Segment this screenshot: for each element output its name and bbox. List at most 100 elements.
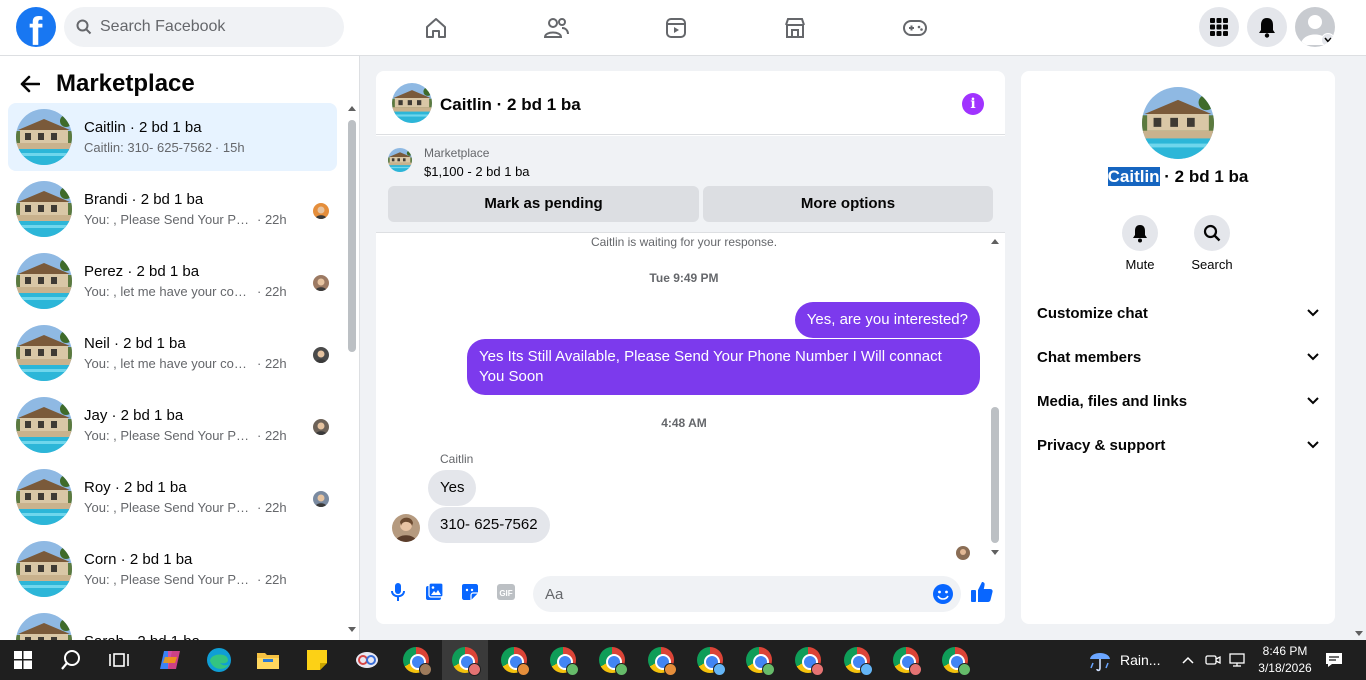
listing-thumbnail[interactable]	[388, 148, 412, 172]
chrome-profile-2-icon[interactable]	[442, 640, 488, 680]
chrome-profile-10-icon[interactable]	[834, 640, 880, 680]
sticker-icon[interactable]	[458, 580, 482, 604]
marketplace-icon[interactable]	[779, 12, 811, 44]
section-label: Privacy & support	[1037, 436, 1166, 454]
conversation-time: · 22h	[257, 284, 287, 299]
bell-icon	[1131, 223, 1149, 243]
system-clock[interactable]: 8:46 PM 3/18/2026	[1252, 643, 1318, 677]
file-explorer-icon[interactable]	[245, 640, 291, 680]
conversation-thumbnail	[16, 469, 72, 525]
conversation-item[interactable]: Jay · 2 bd 1 ba You: , Please Send Your P…	[8, 391, 337, 459]
facebook-logo-letter: f	[29, 10, 43, 47]
emoji-icon[interactable]	[931, 582, 955, 606]
thread-scrollbar[interactable]	[989, 235, 1001, 563]
outgoing-message[interactable]: Yes Its Still Available, Please Send You…	[467, 339, 980, 395]
listing-price[interactable]: $1,100 - 2 bd 1 ba	[424, 164, 530, 179]
snipping-tool-icon[interactable]	[344, 640, 390, 680]
microphone-icon[interactable]	[386, 580, 410, 604]
svg-text:GIF: GIF	[499, 589, 512, 598]
incoming-message[interactable]: 310- 625-7562	[428, 507, 550, 543]
info-icon[interactable]: i	[962, 93, 984, 115]
conversation-item[interactable]: Neil · 2 bd 1 ba You: , let me have your …	[8, 319, 337, 387]
notifications-button[interactable]	[1247, 7, 1287, 47]
clock-time: 8:46 PM	[1262, 644, 1308, 658]
notification-center-icon[interactable]	[1318, 640, 1350, 680]
sidebar-title: Marketplace	[56, 70, 195, 97]
conversation-item[interactable]: Caitlin · 2 bd 1 ba Caitlin: 310- 625-756…	[8, 103, 337, 171]
conversation-item[interactable]: Perez · 2 bd 1 ba You: , let me have your…	[8, 247, 337, 315]
outgoing-message[interactable]: Yes, are you interested?	[794, 302, 980, 338]
chat-avatar[interactable]	[392, 83, 432, 123]
back-arrow-icon[interactable]	[20, 75, 40, 93]
meet-now-icon[interactable]	[1201, 640, 1225, 680]
sidebar-scrollbar[interactable]	[347, 104, 357, 634]
mark-as-pending-button[interactable]: Mark as pending	[388, 186, 699, 222]
chrome-profile-12-icon[interactable]	[932, 640, 978, 680]
conversation-time: · 22h	[257, 572, 287, 587]
section-label: Customize chat	[1037, 304, 1148, 322]
chrome-profile-11-icon[interactable]	[883, 640, 929, 680]
menu-grid-button[interactable]	[1199, 7, 1239, 47]
search-in-conversation-button[interactable]: Search	[1182, 215, 1242, 272]
conversation-item[interactable]: Roy · 2 bd 1 ba You: , Please Send Your P…	[8, 463, 337, 531]
more-options-button[interactable]: More options	[703, 186, 993, 222]
chevron-up-icon[interactable]	[1176, 640, 1200, 680]
chrome-profile-4-icon[interactable]	[540, 640, 586, 680]
windows-start-icon[interactable]	[0, 640, 46, 680]
chrome-profile-3-icon[interactable]	[491, 640, 537, 680]
search-box[interactable]: Search Facebook	[64, 7, 344, 47]
conversation-name: Corn · 2 bd 1 ba	[84, 551, 193, 568]
media-files-links-section[interactable]: Media, files and links	[1029, 379, 1327, 423]
edge-browser-icon[interactable]	[196, 640, 242, 680]
taskbar-search-icon[interactable]	[48, 640, 94, 680]
conversation-item[interactable]: Brandi · 2 bd 1 ba You: , Please Send You…	[8, 175, 337, 243]
chrome-profile-1-icon[interactable]	[393, 640, 439, 680]
bell-icon	[1257, 16, 1277, 38]
conversation-snippet: You: , Please Send Your Phone ...	[84, 212, 254, 227]
conversation-item[interactable]: Corn · 2 bd 1 ba You: , Please Send Your …	[8, 535, 337, 603]
read-receipt-avatar	[313, 491, 329, 507]
message-input[interactable]	[533, 576, 961, 612]
profile-avatar[interactable]	[1142, 87, 1214, 159]
friends-icon[interactable]	[540, 12, 572, 44]
conversation-thumbnail	[16, 325, 72, 381]
privacy-support-section[interactable]: Privacy & support	[1029, 423, 1327, 467]
sender-avatar[interactable]	[392, 514, 420, 542]
chrome-profile-9-icon[interactable]	[785, 640, 831, 680]
chrome-profile-7-icon[interactable]	[687, 640, 733, 680]
chrome-profile-8-icon[interactable]	[736, 640, 782, 680]
gif-icon[interactable]: GIF	[494, 580, 518, 604]
conversation-name: Neil · 2 bd 1 ba	[84, 335, 186, 352]
timestamp: 4:48 AM	[661, 416, 707, 430]
thread-scrollbar-thumb[interactable]	[991, 407, 999, 543]
conversation-name: Perez · 2 bd 1 ba	[84, 263, 200, 280]
account-avatar[interactable]	[1295, 7, 1335, 47]
conversation-item[interactable]: Sarah · 2 bd 1 ba	[8, 607, 337, 640]
search-placeholder: Search Facebook	[100, 18, 226, 35]
weather-widget[interactable]: Rain...	[1088, 640, 1160, 680]
copilot-icon[interactable]	[147, 640, 193, 680]
customize-chat-section[interactable]: Customize chat	[1029, 291, 1327, 335]
home-icon[interactable]	[420, 12, 452, 44]
like-thumbs-up-icon[interactable]	[970, 580, 994, 604]
chevron-down-icon	[1307, 441, 1319, 449]
task-view-icon[interactable]	[96, 640, 142, 680]
network-icon[interactable]	[1225, 640, 1249, 680]
mute-button[interactable]: Mute	[1110, 215, 1170, 272]
search-label: Search	[1191, 257, 1233, 272]
conversation-snippet: Caitlin: 310- 625-7562	[84, 140, 212, 155]
photo-icon[interactable]	[422, 580, 446, 604]
read-receipt-avatar	[313, 419, 329, 435]
incoming-message[interactable]: Yes	[428, 470, 477, 506]
video-icon[interactable]	[660, 12, 692, 44]
chrome-profile-6-icon[interactable]	[638, 640, 684, 680]
chat-members-section[interactable]: Chat members	[1029, 335, 1327, 379]
page-scrollbar[interactable]	[1352, 56, 1366, 640]
sidebar-scrollbar-thumb[interactable]	[348, 120, 356, 352]
sticky-notes-icon[interactable]	[294, 640, 340, 680]
gaming-icon[interactable]	[899, 12, 931, 44]
chat-title[interactable]: Caitlin · 2 bd 1 ba	[440, 95, 581, 115]
profile-name-highlighted: Caitlin	[1107, 167, 1160, 186]
chrome-profile-5-icon[interactable]	[589, 640, 635, 680]
facebook-logo[interactable]: f	[16, 7, 56, 47]
